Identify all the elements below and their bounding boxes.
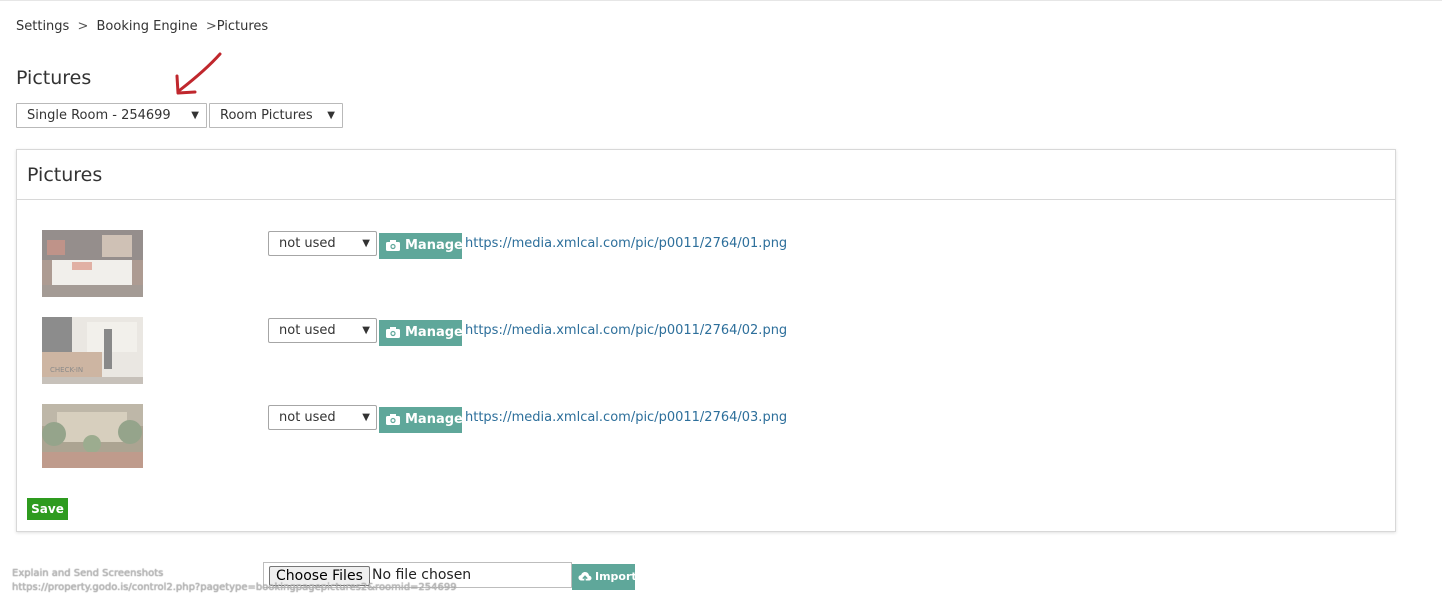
breadcrumb-separator: >: [205, 19, 217, 34]
cloud-upload-icon: [578, 572, 592, 583]
usage-select[interactable]: not used ▼: [268, 405, 377, 430]
reception-photo-thumbnail: CHECK-IN: [42, 317, 143, 384]
overlay-url: https://property.godo.is/control2.php?pa…: [12, 582, 457, 593]
status-overlay: Explain and Send Screenshots https://pro…: [12, 567, 457, 595]
breadcrumb-booking-engine[interactable]: Booking Engine: [97, 19, 198, 34]
camera-icon: [386, 414, 400, 425]
picture-url-link[interactable]: https://media.xmlcal.com/pic/p0011/2764/…: [465, 410, 787, 425]
top-divider: [0, 0, 1442, 1]
svg-text:CHECK-IN: CHECK-IN: [50, 366, 83, 374]
picture-row: not used ▼ Manage https://media.xmlcal.c…: [17, 230, 1395, 300]
manage-button-label: Manage: [405, 325, 463, 340]
picture-type-select[interactable]: Room Pictures ▼: [209, 103, 343, 128]
manage-button[interactable]: Manage: [379, 233, 463, 259]
chevron-down-icon: ▼: [191, 110, 199, 121]
usage-select-value: not used: [279, 410, 336, 425]
chevron-down-icon: ▼: [362, 325, 370, 336]
breadcrumb-pictures: Pictures: [216, 19, 269, 34]
import-button[interactable]: Import: [572, 564, 637, 590]
breadcrumb: Settings > Booking Engine >Pictures: [16, 19, 268, 34]
save-button[interactable]: Save: [27, 498, 68, 520]
breadcrumb-settings[interactable]: Settings: [16, 19, 69, 34]
pictures-panel: Pictures not used ▼ Manage https://media…: [16, 149, 1396, 532]
picture-row: not used ▼ Manage https://media.xmlcal.c…: [17, 404, 1395, 474]
manage-button[interactable]: Manage: [379, 407, 463, 433]
usage-select-value: not used: [279, 236, 336, 251]
red-arrow-annotation-icon: [175, 52, 222, 95]
picture-url-link[interactable]: https://media.xmlcal.com/pic/p0011/2764/…: [465, 323, 787, 338]
lobby-photo-thumbnail: [42, 404, 143, 468]
overlay-title: Explain and Send Screenshots: [12, 568, 164, 579]
usage-select-value: not used: [279, 323, 336, 338]
manage-button[interactable]: Manage: [379, 320, 463, 346]
chevron-down-icon: ▼: [327, 110, 335, 121]
room-photo-thumbnail: [42, 230, 143, 297]
room-select[interactable]: Single Room - 254699 ▼: [16, 103, 207, 128]
chevron-down-icon: ▼: [362, 238, 370, 249]
manage-button-label: Manage: [405, 412, 463, 427]
room-select-value: Single Room - 254699: [27, 108, 171, 123]
camera-icon: [386, 240, 400, 251]
panel-title: Pictures: [17, 150, 1395, 200]
picture-type-select-value: Room Pictures: [220, 108, 313, 123]
import-button-label: Import: [595, 570, 637, 583]
breadcrumb-separator: >: [77, 19, 89, 34]
manage-button-label: Manage: [405, 238, 463, 253]
page-title: Pictures: [16, 67, 92, 89]
usage-select[interactable]: not used ▼: [268, 231, 377, 256]
picture-row: CHECK-IN not used ▼ Manage https://media…: [17, 317, 1395, 387]
camera-icon: [386, 327, 400, 338]
picture-url-link[interactable]: https://media.xmlcal.com/pic/p0011/2764/…: [465, 236, 787, 251]
chevron-down-icon: ▼: [362, 412, 370, 423]
usage-select[interactable]: not used ▼: [268, 318, 377, 343]
